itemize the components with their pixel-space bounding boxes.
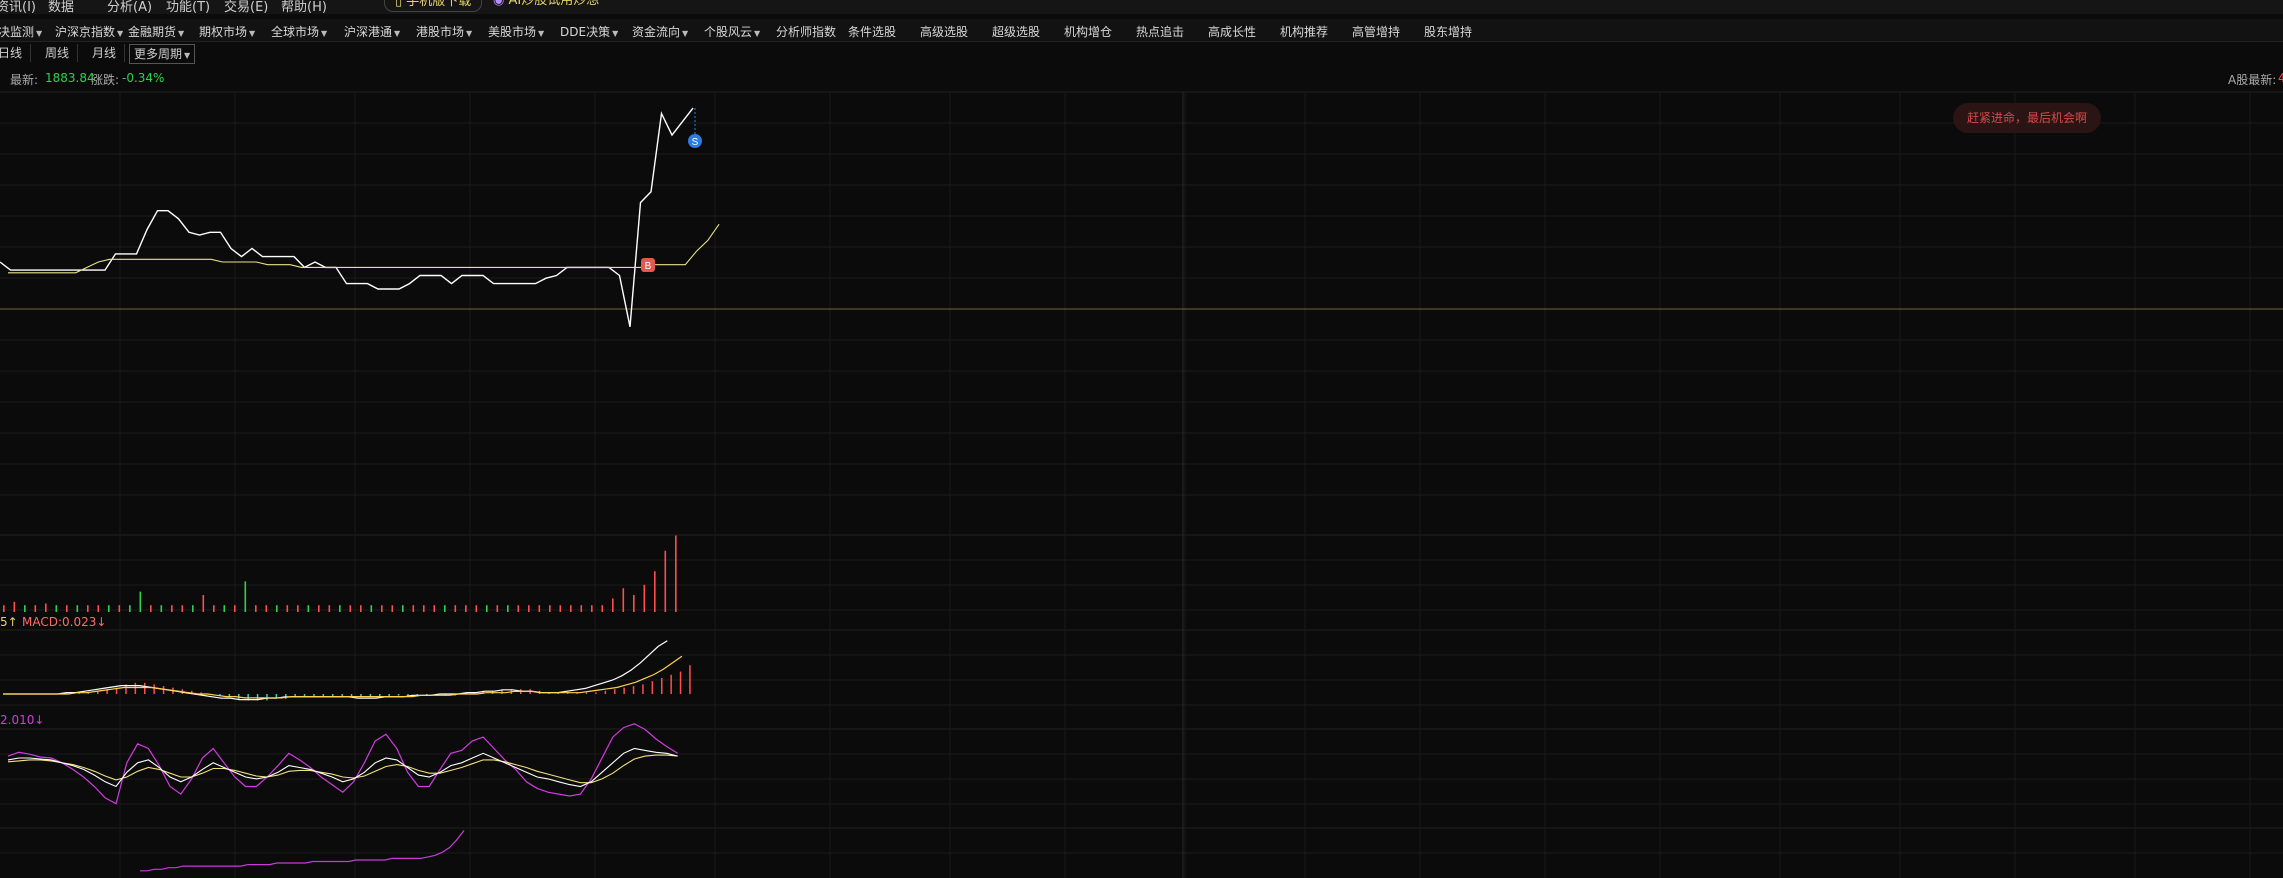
- volume-bar: [496, 605, 499, 612]
- volume-bar: [139, 591, 142, 612]
- volume-bar: [454, 605, 457, 612]
- volume-bar: [538, 605, 541, 612]
- volume-bar: [465, 605, 467, 612]
- macd-bar: [632, 686, 635, 694]
- volume-bar: [475, 605, 478, 612]
- macd-bar: [689, 665, 691, 694]
- macd-bar: [153, 684, 155, 694]
- volume-bar: [3, 605, 5, 612]
- volume-bar: [286, 605, 289, 612]
- volume-bar: [339, 605, 341, 612]
- volume-bar: [129, 605, 131, 612]
- volume-bar: [234, 605, 236, 612]
- macd-bar: [397, 694, 400, 696]
- volume-bar: [423, 605, 425, 612]
- volume-bar: [202, 595, 205, 612]
- volume-bar: [444, 605, 446, 612]
- macd-bar: [651, 681, 654, 694]
- volume-bar: [213, 605, 215, 612]
- macd-bar: [134, 682, 137, 694]
- volume-bar: [223, 605, 226, 612]
- volume-bar: [160, 605, 163, 612]
- macd-bar: [623, 687, 625, 694]
- volume-bar: [349, 605, 352, 612]
- kdj-j-line: [7, 723, 678, 805]
- volume-bar: [433, 605, 436, 612]
- volume-bar: [664, 550, 667, 612]
- macd-bar: [585, 692, 588, 694]
- volume-bar: [328, 605, 331, 612]
- volume-bar: [360, 605, 362, 612]
- promo-banner[interactable]: 赶紧进命，最后机会啊: [1953, 103, 2101, 133]
- volume-bar: [87, 605, 89, 612]
- volume-bar: [192, 605, 194, 612]
- volume-bar: [181, 605, 184, 612]
- volume-bar: [24, 605, 26, 612]
- volume-bar: [391, 605, 394, 612]
- volume-bar: [307, 605, 310, 612]
- volume-bar: [66, 605, 68, 612]
- volume-bar: [97, 605, 100, 612]
- volume-bar: [402, 605, 404, 612]
- macd-bar: [407, 694, 409, 696]
- price-line: [0, 107, 694, 327]
- volume-bar: [318, 605, 320, 612]
- volume-bar: [55, 605, 58, 612]
- volume-bar: [118, 605, 121, 612]
- volume-bar: [612, 598, 614, 612]
- kdj-label: 2.010↓: [0, 713, 45, 727]
- volume-bar: [276, 605, 278, 612]
- volume-bar: [633, 595, 635, 612]
- volume-bar: [675, 535, 677, 612]
- volume-bar: [108, 605, 110, 612]
- volume-bar: [643, 584, 646, 612]
- volume-bar: [13, 601, 16, 612]
- macd-bar: [670, 674, 672, 694]
- volume-bar: [507, 605, 509, 612]
- volume-bar: [570, 605, 572, 612]
- volume-bar: [45, 603, 47, 612]
- volume-bar: [255, 605, 257, 612]
- volume-bar: [150, 605, 152, 612]
- volume-bar: [34, 605, 37, 612]
- sell-marker-label: S: [692, 137, 699, 148]
- volume-bar: [370, 605, 373, 612]
- volume-bar: [486, 605, 488, 612]
- volume-bar: [381, 605, 383, 612]
- volume-bar: [654, 571, 656, 612]
- stock-chart[interactable]: BS: [0, 0, 2283, 878]
- volume-bar: [601, 605, 604, 612]
- volume-bar: [244, 581, 247, 612]
- macd-bar: [614, 689, 616, 694]
- macd-bar: [266, 694, 268, 701]
- volume-bar: [171, 605, 173, 612]
- macd-bar: [642, 684, 644, 694]
- macd-bar: [604, 690, 607, 694]
- volume-bar: [559, 605, 562, 612]
- macd-bar: [162, 686, 165, 694]
- volume-bar: [622, 588, 625, 612]
- macd-dea-line: [3, 655, 683, 699]
- volume-bar: [528, 605, 530, 612]
- macd-bar: [144, 682, 146, 694]
- volume-bar: [549, 605, 551, 612]
- macd-bar: [679, 671, 682, 694]
- buy-marker-label: B: [645, 261, 652, 272]
- ma-line: [8, 223, 720, 274]
- volume-bar: [297, 605, 299, 612]
- volume-bar: [412, 605, 415, 612]
- volume-bar: [591, 605, 593, 612]
- volume-bar: [517, 605, 520, 612]
- macd-prefix: 5↑: [0, 615, 18, 629]
- macd-bar: [595, 692, 597, 694]
- volume-bar: [76, 605, 79, 612]
- bottom-indicator-line: [140, 830, 465, 872]
- volume-bar: [265, 605, 268, 612]
- macd-bar: [661, 678, 663, 694]
- macd-label: MACD:0.023↓: [22, 615, 107, 629]
- volume-bar: [580, 605, 583, 612]
